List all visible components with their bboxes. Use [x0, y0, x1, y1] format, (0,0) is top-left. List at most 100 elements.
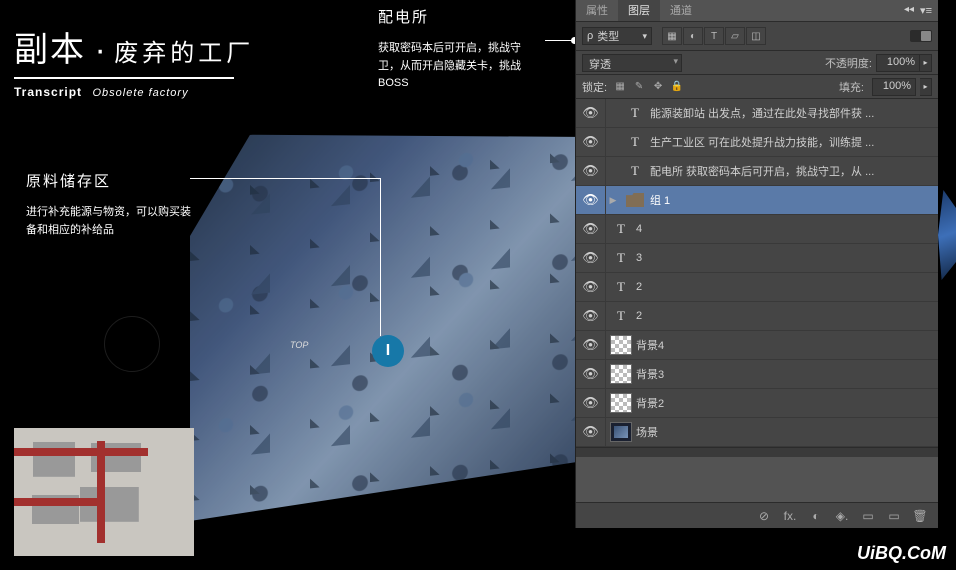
- layer-name[interactable]: 生产工业区 可在此处提升战力技能，训练提 ...: [650, 134, 938, 150]
- layer-name[interactable]: 2: [636, 281, 938, 293]
- visibility-toggle-icon[interactable]: 👁: [576, 99, 606, 127]
- search-icon: ρ: [587, 30, 593, 42]
- image-layer-thumb: [610, 422, 632, 442]
- layer-row[interactable]: 👁T4: [576, 215, 938, 244]
- layer-name[interactable]: 4: [636, 223, 938, 235]
- title-separator: ·: [94, 31, 105, 69]
- layer-name[interactable]: 能源装卸站 出发点，通过在此处寻找部件获 ...: [650, 105, 938, 121]
- visibility-toggle-icon[interactable]: 👁: [576, 128, 606, 156]
- callout-title: 配电所: [378, 6, 538, 30]
- layer-name[interactable]: 组 1: [650, 192, 938, 208]
- layer-row[interactable]: 👁T3: [576, 244, 938, 273]
- callout-line: [380, 178, 381, 336]
- title-divider: [14, 77, 234, 79]
- filter-smart-icon[interactable]: ◫: [746, 27, 766, 45]
- layers-empty-area[interactable]: [576, 447, 938, 457]
- opacity-input[interactable]: 100%: [876, 54, 920, 72]
- filter-shape-icon[interactable]: ▱: [725, 27, 745, 45]
- layer-name[interactable]: 背景2: [636, 395, 938, 411]
- visibility-toggle-icon[interactable]: 👁: [576, 331, 606, 359]
- layer-row[interactable]: 👁T2: [576, 273, 938, 302]
- fill-label: 填充:: [839, 79, 864, 95]
- callout-substation: 配电所 获取密码本后可开启，挑战守卫，从而开启隐藏关卡，挑战BOSS: [378, 6, 538, 93]
- tab-properties[interactable]: 属性: [576, 0, 618, 21]
- minimap: [14, 428, 194, 556]
- callout-body: 获取密码本后可开启，挑战守卫，从而开启隐藏关卡，挑战BOSS: [378, 40, 538, 93]
- blend-mode-dropdown[interactable]: 穿透: [582, 54, 682, 72]
- scene-top-label: TOP: [290, 340, 308, 350]
- layer-row[interactable]: 👁 背景2: [576, 389, 938, 418]
- expand-arrow-icon[interactable]: ▶: [606, 195, 620, 206]
- callout-line: [190, 178, 380, 179]
- blend-row: 穿透 不透明度: 100% ▸: [576, 51, 938, 75]
- visibility-toggle-icon[interactable]: 👁: [576, 418, 606, 446]
- minimap-path: [97, 441, 105, 543]
- new-layer-icon[interactable]: ▭: [882, 507, 906, 525]
- tab-layers[interactable]: 图层: [618, 0, 660, 21]
- design-canvas: TOP 副本 · 废弃的工厂 Transcript Obsolete facto…: [0, 0, 575, 570]
- opacity-label: 不透明度:: [825, 55, 872, 71]
- layer-row[interactable]: 👁T能源装卸站 出发点，通过在此处寻找部件获 ...: [576, 99, 938, 128]
- visibility-toggle-icon[interactable]: 👁: [576, 215, 606, 243]
- group-icon[interactable]: ▭: [856, 507, 880, 525]
- trash-icon[interactable]: 🗑: [908, 507, 932, 525]
- visibility-toggle-icon[interactable]: 👁: [576, 157, 606, 185]
- panel-collapse-icon[interactable]: ◂◂: [904, 4, 914, 15]
- filter-adjust-icon[interactable]: ◐: [683, 27, 703, 45]
- tab-channels[interactable]: 通道: [660, 0, 702, 21]
- lock-brush-icon[interactable]: ✎: [630, 79, 648, 95]
- filter-toggle-switch[interactable]: [910, 30, 932, 42]
- link-layers-icon[interactable]: ⊘: [752, 507, 776, 525]
- filter-text-icon[interactable]: T: [704, 27, 724, 45]
- layer-name[interactable]: 场景: [636, 424, 938, 440]
- lock-all-icon[interactable]: 🔒: [668, 79, 686, 95]
- visibility-toggle-icon[interactable]: 👁: [576, 273, 606, 301]
- layer-row[interactable]: 👁 T生产工业区 可在此处提升战力技能，训练提 ...: [576, 128, 938, 157]
- gem-sliver-art: [938, 190, 956, 280]
- layer-name[interactable]: 配电所 获取密码本后可开启，挑战守卫，从 ...: [650, 163, 938, 179]
- watermark: UiBQ.CoM: [857, 543, 946, 564]
- visibility-toggle-icon[interactable]: 👁: [576, 302, 606, 330]
- map-marker-1: I: [372, 335, 404, 367]
- layer-row[interactable]: 👁▶ 组 1: [576, 186, 938, 215]
- lock-position-icon[interactable]: ✥: [649, 79, 667, 95]
- layer-row[interactable]: 👁T2: [576, 302, 938, 331]
- visibility-toggle-icon[interactable]: 👁: [576, 389, 606, 417]
- fx-icon[interactable]: fx.: [778, 507, 802, 525]
- blend-mode-value: 穿透: [589, 59, 611, 71]
- lock-transparent-icon[interactable]: ▦: [611, 79, 629, 95]
- layer-row[interactable]: 👁T配电所 获取密码本后可开启，挑战守卫，从 ...: [576, 157, 938, 186]
- layer-name[interactable]: 2: [636, 310, 938, 322]
- title-english-1: Transcript: [14, 85, 82, 99]
- ghost-circle: [104, 316, 160, 372]
- panel-menu-icon[interactable]: ▾≡: [920, 4, 932, 17]
- adjustment-icon[interactable]: ◈.: [830, 507, 854, 525]
- pixel-layer-thumb: [610, 335, 632, 355]
- lock-row: 锁定: ▦ ✎ ✥ 🔒 填充: 100% ▸: [576, 75, 938, 99]
- mask-icon[interactable]: ◐: [804, 507, 828, 525]
- panel-tab-bar: 属性 图层 通道 ◂◂ ▾≡: [576, 0, 938, 22]
- fill-input[interactable]: 100%: [872, 78, 916, 96]
- visibility-toggle-icon[interactable]: 👁: [576, 360, 606, 388]
- layer-row[interactable]: 👁 背景3: [576, 360, 938, 389]
- filter-type-icons: ▦ ◐ T ▱ ◫: [662, 27, 766, 45]
- text-layer-icon: T: [624, 132, 646, 152]
- layer-name[interactable]: 3: [636, 252, 938, 264]
- opacity-flyout-icon[interactable]: ▸: [920, 54, 932, 72]
- fill-flyout-icon[interactable]: ▸: [920, 78, 932, 96]
- text-layer-icon: T: [610, 277, 632, 297]
- pixel-layer-thumb: [610, 393, 632, 413]
- text-layer-icon: T: [610, 248, 632, 268]
- visibility-toggle-icon[interactable]: 👁: [576, 244, 606, 272]
- filter-kind-dropdown[interactable]: ρ 类型 ▾: [582, 27, 652, 45]
- callout-title: 原料储存区: [26, 170, 196, 194]
- layer-name[interactable]: 背景3: [636, 366, 938, 382]
- isometric-scene: [190, 99, 590, 521]
- panel-footer: ⊘ fx. ◐ ◈. ▭ ▭ 🗑: [576, 502, 938, 528]
- layer-row[interactable]: 👁 场景: [576, 418, 938, 447]
- layer-row[interactable]: 👁 背景4: [576, 331, 938, 360]
- visibility-toggle-icon[interactable]: 👁: [576, 186, 606, 214]
- filter-pixel-icon[interactable]: ▦: [662, 27, 682, 45]
- layer-name[interactable]: 背景4: [636, 337, 938, 353]
- marker-label: I: [386, 342, 390, 360]
